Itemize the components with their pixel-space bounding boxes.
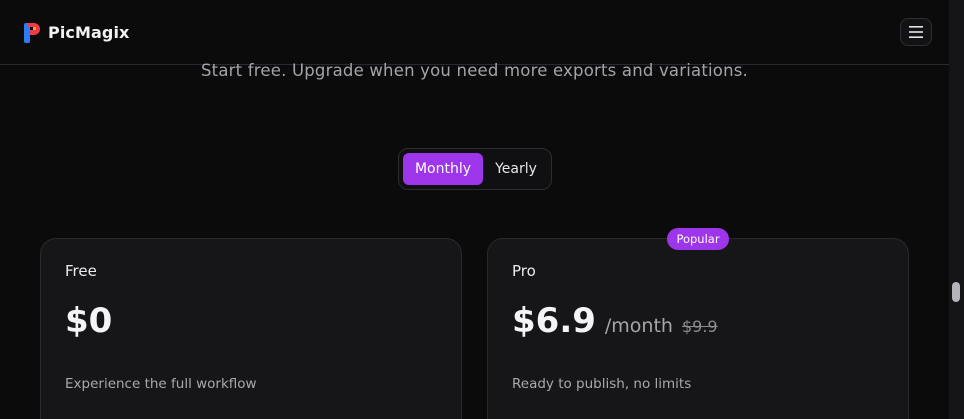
plan-price: $0 [65, 301, 112, 341]
brand-name: PicMagix [48, 22, 130, 42]
scrollbar-thumb[interactable] [952, 282, 960, 302]
billing-yearly-option[interactable]: Yearly [485, 153, 547, 185]
plan-card-pro: Pro $6.9 /month $9.9 Ready to publish, n… [487, 238, 909, 419]
hamburger-menu-icon [909, 26, 923, 38]
plan-price: $6.9 /month $9.9 [512, 301, 718, 341]
plan-description: Experience the full workflow [65, 376, 257, 392]
billing-period-toggle: Monthly Yearly [398, 148, 552, 190]
top-navigation-bar: PicMagix [0, 0, 949, 65]
billing-monthly-option[interactable]: Monthly [403, 153, 483, 185]
brand-link[interactable]: PicMagix [24, 21, 129, 43]
original-price: $9.9 [681, 317, 718, 336]
price-period: /month [604, 315, 673, 337]
hero-subtitle: Start free. Upgrade when you need more e… [201, 61, 748, 80]
pricing-page: PicMagix Start free. Upgrade when you ne… [0, 0, 964, 419]
plan-name: Free [65, 262, 97, 280]
plan-card-free: Free $0 Experience the full workflow [40, 238, 462, 419]
page-scrollbar[interactable] [949, 0, 964, 419]
plan-description: Ready to publish, no limits [512, 376, 692, 392]
menu-button[interactable] [900, 18, 932, 46]
picmagix-logo-icon [24, 23, 40, 43]
price-amount: $0 [65, 301, 113, 341]
price-amount: $6.9 [512, 301, 596, 341]
popular-badge: Popular [667, 228, 729, 250]
plan-name: Pro [512, 262, 536, 280]
